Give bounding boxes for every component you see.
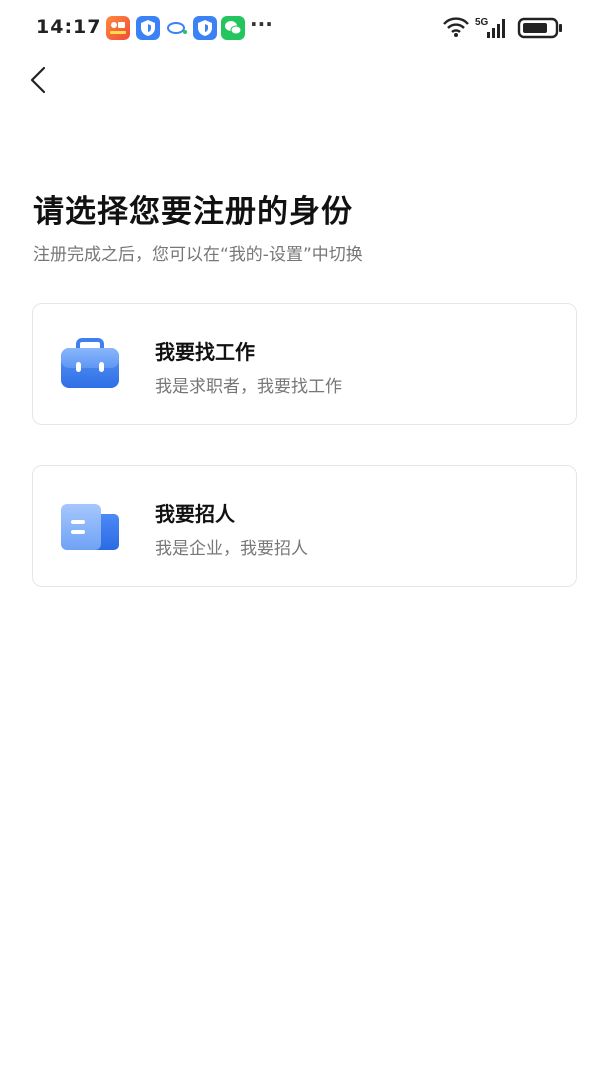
job-seeker-title: 我要找工作 <box>155 340 255 364</box>
shield-app-icon <box>136 16 160 40</box>
status-bar: 14:17 ··· 5G <box>0 0 607 56</box>
chat-bubble-icon <box>165 16 189 40</box>
employer-option-card[interactable]: 我要招人 我是企业，我要招人 <box>32 465 577 587</box>
shield-app-icon <box>193 16 217 40</box>
wechat-icon <box>221 16 245 40</box>
battery-icon <box>517 17 562 39</box>
back-button[interactable] <box>22 62 54 98</box>
chevron-left-icon <box>30 66 46 94</box>
more-notifications-icon: ··· <box>250 12 273 36</box>
page-title: 请选择您要注册的身份 <box>33 194 353 230</box>
employer-description: 我是企业，我要招人 <box>155 539 308 559</box>
system-status-icons: 5G <box>443 17 562 39</box>
employer-title: 我要招人 <box>155 502 235 526</box>
status-time: 14:17 <box>36 16 102 38</box>
page-subtitle: 注册完成之后，您可以在“我的-设置”中切换 <box>33 245 363 265</box>
wifi-icon <box>443 17 469 37</box>
job-seeker-description: 我是求职者，我要找工作 <box>155 377 342 397</box>
network-type-label: 5G <box>475 17 489 28</box>
company-building-icon <box>61 504 119 550</box>
signal-strength-icon <box>487 19 505 38</box>
taobao-app-icon <box>106 16 130 40</box>
briefcase-icon <box>61 338 119 388</box>
job-seeker-option-card[interactable]: 我要找工作 我是求职者，我要找工作 <box>32 303 577 425</box>
